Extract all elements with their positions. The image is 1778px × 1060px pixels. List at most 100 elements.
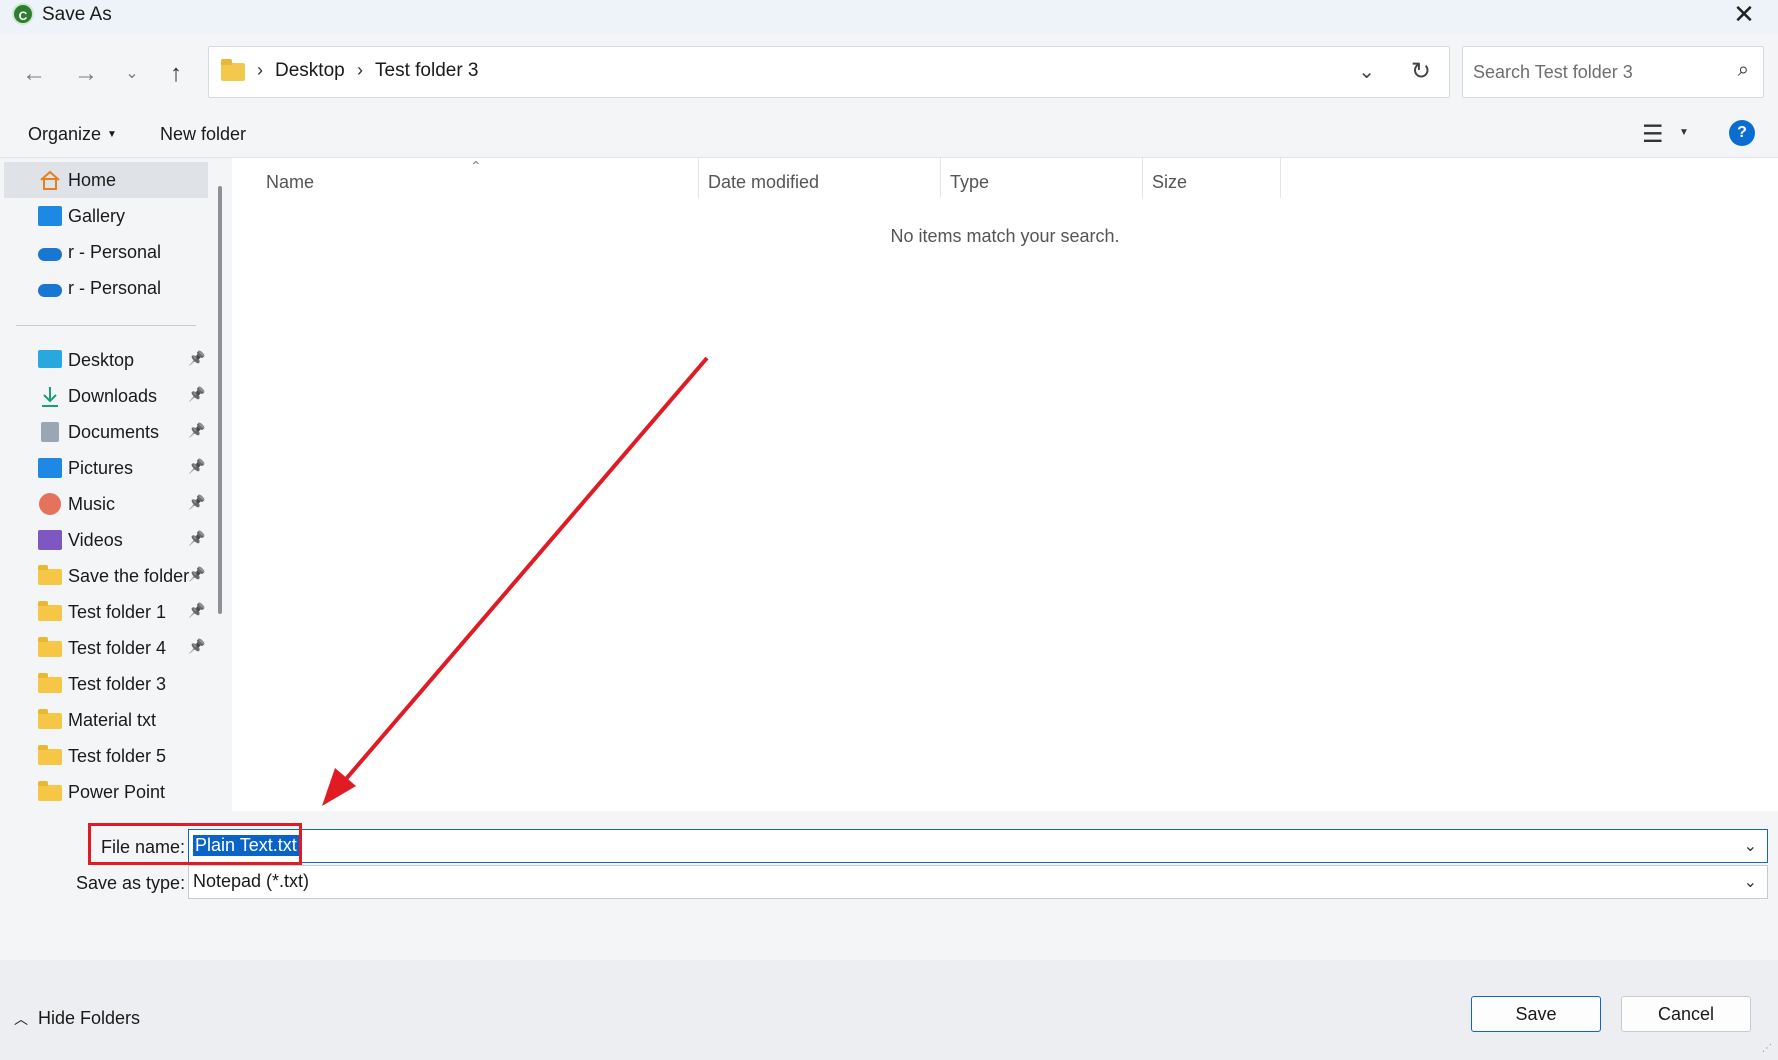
breadcrumb-test-folder-3[interactable]: Test folder 3 xyxy=(375,60,479,82)
column-header-size[interactable]: Size xyxy=(1152,172,1187,193)
sidebar-item-home[interactable]: Home xyxy=(4,162,208,198)
sidebar-item-test-folder-5[interactable]: Test folder 5 xyxy=(4,738,208,774)
search-input[interactable]: Search Test folder 3 xyxy=(1473,62,1633,83)
sidebar-item-label: Home xyxy=(68,170,117,190)
empty-state-message: No items match your search. xyxy=(890,226,1120,246)
chevron-up-icon: ︿ xyxy=(14,1011,28,1027)
download-icon xyxy=(38,386,62,407)
column-header-type[interactable]: Type xyxy=(950,172,989,193)
sidebar-item-documents[interactable]: Documents 📌 xyxy=(4,414,208,450)
address-history-chevron-icon[interactable]: ⌄ xyxy=(1358,59,1375,84)
dialog-footer: ︿ Hide Folders Save Cancel ⋰ xyxy=(0,960,1778,1060)
sidebar-item-videos[interactable]: Videos 📌 xyxy=(4,522,208,558)
pin-icon[interactable]: 📌 xyxy=(188,350,205,367)
hide-folders-toggle[interactable]: ︿ Hide Folders xyxy=(14,1008,140,1029)
sidebar-item-label: Test folder 3 xyxy=(68,674,167,694)
title-bar: C Save As ✕ xyxy=(0,0,1778,34)
save-as-type-value: Notepad (*.txt) xyxy=(193,871,310,891)
forward-arrow-icon[interactable]: → xyxy=(68,56,104,92)
search-icon[interactable]: ⌕ xyxy=(1738,59,1749,82)
refresh-icon[interactable]: ↻ xyxy=(1411,57,1431,86)
sidebar-item-test-folder-1[interactable]: Test folder 1 📌 xyxy=(4,594,208,630)
sidebar-item-downloads[interactable]: Downloads 📌 xyxy=(4,378,208,414)
sidebar-item-r-personal[interactable]: r - Personal xyxy=(4,234,208,270)
sidebar-item-save-the-folder[interactable]: Save the folder 📌 xyxy=(4,558,208,594)
search-box[interactable]: Search Test folder 3 ⌕ xyxy=(1462,46,1764,98)
sidebar-item-label: Videos xyxy=(68,530,123,550)
sidebar-item-power-point[interactable]: Power Point xyxy=(4,774,208,810)
sidebar-item-label: Desktop xyxy=(68,350,135,370)
chevron-down-icon[interactable]: ⌄ xyxy=(1744,872,1757,892)
column-divider[interactable] xyxy=(698,158,699,198)
pin-icon[interactable]: 📌 xyxy=(188,602,205,619)
organize-button[interactable]: Organize ▼ xyxy=(28,124,117,145)
breadcrumb-desktop[interactable]: Desktop xyxy=(275,60,345,82)
sidebar-item-material-txt[interactable]: Material txt xyxy=(4,702,208,738)
sort-ascending-icon: ⌃ xyxy=(470,158,482,174)
folder-icon xyxy=(38,781,62,801)
videos-icon xyxy=(38,530,62,550)
pin-icon[interactable]: 📌 xyxy=(188,386,205,403)
view-caret-down-icon[interactable]: ▼ xyxy=(1679,127,1689,138)
sidebar-item-test-folder-4[interactable]: Test folder 4 📌 xyxy=(4,630,208,666)
sidebar-item-label: Downloads xyxy=(68,386,158,406)
resize-grip-icon[interactable]: ⋰ xyxy=(1762,1043,1772,1054)
sidebar-item-label: Test folder 4 xyxy=(68,638,167,658)
recent-locations-chevron-icon[interactable]: ⌄ xyxy=(114,56,150,92)
column-divider[interactable] xyxy=(1280,158,1281,198)
command-bar: Organize ▼ New folder ☰ ▼ ? xyxy=(0,110,1778,158)
sidebar-item-label: Music xyxy=(68,494,116,514)
folder-icon xyxy=(221,59,245,81)
new-folder-button[interactable]: New folder xyxy=(160,124,246,145)
organize-label: Organize xyxy=(28,124,102,144)
pin-icon[interactable]: 📌 xyxy=(188,566,205,583)
file-list: ⌃ Name Date modified Type Size No items … xyxy=(232,158,1778,811)
pin-icon[interactable]: 📌 xyxy=(188,530,205,547)
pin-icon[interactable]: 📌 xyxy=(188,638,205,655)
sidebar-item-label: Test folder 1 xyxy=(68,602,167,622)
up-arrow-icon[interactable]: ↑ xyxy=(158,56,194,92)
folder-icon xyxy=(38,565,62,585)
back-arrow-icon[interactable]: ← xyxy=(16,56,52,92)
pin-icon[interactable]: 📌 xyxy=(188,494,205,511)
sidebar-divider xyxy=(16,325,196,326)
sidebar-item-label: Power Point xyxy=(68,782,166,802)
folder-icon xyxy=(38,745,62,765)
pin-icon[interactable]: 📌 xyxy=(188,458,205,475)
documents-icon xyxy=(41,422,59,442)
sidebar-scrollbar[interactable] xyxy=(218,186,222,614)
sidebar-item-label: Material txt xyxy=(68,710,157,730)
navigation-pane: Home Gallery r - Personal r - Personal Desk… xyxy=(0,158,232,811)
desktop-icon xyxy=(38,350,62,368)
save-button[interactable]: Save xyxy=(1471,996,1601,1032)
navigation-bar: ← → ⌄ ↑ › Desktop › Test folder 3 ⌄ ↻ Se… xyxy=(0,34,1778,110)
column-header-date-modified[interactable]: Date modified xyxy=(708,172,819,193)
sidebar-item-pictures[interactable]: Pictures 📌 xyxy=(4,450,208,486)
column-header-name[interactable]: Name xyxy=(266,172,314,193)
cancel-button[interactable]: Cancel xyxy=(1621,996,1751,1032)
sidebar-item-test-folder-3[interactable]: Test folder 3 xyxy=(4,666,208,702)
folder-icon xyxy=(38,601,62,621)
sidebar-item-label: Pictures xyxy=(68,458,134,478)
sidebar-item-label: r - Personal xyxy=(68,242,162,262)
annotation-highlight-box xyxy=(88,823,302,865)
column-divider[interactable] xyxy=(940,158,941,198)
save-as-type-select[interactable]: Notepad (*.txt) ⌄ xyxy=(188,865,1768,899)
pin-icon[interactable]: 📌 xyxy=(188,422,205,439)
hide-folders-label: Hide Folders xyxy=(38,1008,141,1028)
close-icon[interactable]: ✕ xyxy=(1726,0,1762,30)
sidebar-item-gallery[interactable]: Gallery xyxy=(4,198,208,234)
chevron-down-icon[interactable]: ⌄ xyxy=(1744,836,1757,856)
column-divider[interactable] xyxy=(1142,158,1143,198)
sidebar-item-r-personal[interactable]: r - Personal xyxy=(4,270,208,306)
view-options-icon[interactable]: ☰ xyxy=(1642,120,1664,149)
help-icon[interactable]: ? xyxy=(1729,120,1755,146)
sidebar-item-label: Documents xyxy=(68,422,160,442)
save-as-type-label: Save as type: xyxy=(76,873,186,893)
file-name-field[interactable]: Plain Text.txt ⌄ xyxy=(188,829,1768,863)
address-bar[interactable]: › Desktop › Test folder 3 ⌄ ↻ xyxy=(208,46,1450,98)
sidebar-item-music[interactable]: Music 📌 xyxy=(4,486,208,522)
sidebar-item-desktop[interactable]: Desktop 📌 xyxy=(4,342,208,378)
window-title: Save As xyxy=(42,4,112,25)
onedrive-icon xyxy=(38,248,62,261)
